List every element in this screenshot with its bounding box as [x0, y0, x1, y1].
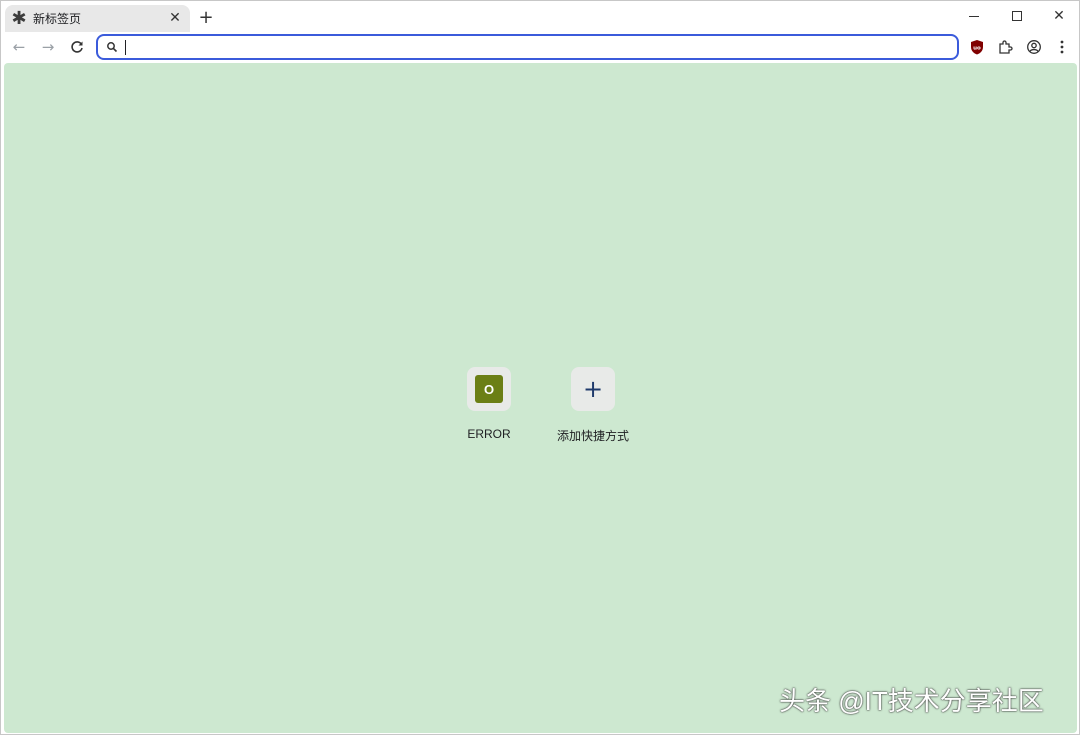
profile-icon[interactable]	[1023, 36, 1045, 58]
minimize-button[interactable]	[959, 5, 989, 27]
tab-title: 新标签页	[33, 12, 82, 26]
extensions-puzzle-icon[interactable]	[994, 36, 1016, 58]
shortcut-tile: O	[467, 367, 511, 411]
reload-button[interactable]	[66, 36, 88, 58]
tab-new-tab[interactable]: ✱ 新标签页 ✕	[5, 5, 190, 32]
minimize-icon	[969, 15, 979, 17]
browser-toolbar: ← → uo	[1, 32, 1079, 62]
new-tab-button[interactable]: +	[196, 7, 216, 28]
reload-icon	[71, 41, 83, 53]
watermark: 头条 @IT技术分享社区	[779, 686, 1044, 716]
search-icon	[104, 39, 120, 55]
plus-icon: +	[582, 375, 604, 403]
text-caret	[125, 40, 126, 55]
ublock-origin-extension-icon[interactable]: uo	[966, 36, 988, 58]
back-button[interactable]: ←	[8, 36, 30, 58]
shortcut-error[interactable]: O ERROR	[444, 367, 534, 447]
address-input[interactable]	[128, 37, 928, 57]
forward-button[interactable]: →	[37, 36, 59, 58]
tab-close-icon[interactable]: ✕	[166, 9, 184, 27]
site-favicon-icon: O	[475, 375, 503, 403]
maximize-button[interactable]	[1002, 5, 1032, 27]
svg-text:uo: uo	[973, 46, 981, 52]
browser-window: ✱ 新标签页 ✕ + ✕ ← → uo O ERROR + 添加快捷方式 头条 …	[0, 0, 1080, 735]
close-window-button[interactable]: ✕	[1044, 5, 1074, 27]
shortcut-tile: +	[571, 367, 615, 411]
asterisk-icon: ✱	[11, 7, 27, 29]
shortcut-label: ERROR	[467, 427, 511, 441]
address-bar[interactable]	[96, 34, 959, 60]
add-shortcut-button[interactable]: + 添加快捷方式	[548, 367, 638, 447]
more-menu-icon[interactable]	[1051, 36, 1073, 58]
tab-strip: ✱ 新标签页 ✕ + ✕	[1, 1, 1079, 32]
shortcut-label: 添加快捷方式	[556, 429, 629, 443]
maximize-icon	[1012, 11, 1022, 21]
new-tab-page: O ERROR + 添加快捷方式	[4, 63, 1077, 733]
